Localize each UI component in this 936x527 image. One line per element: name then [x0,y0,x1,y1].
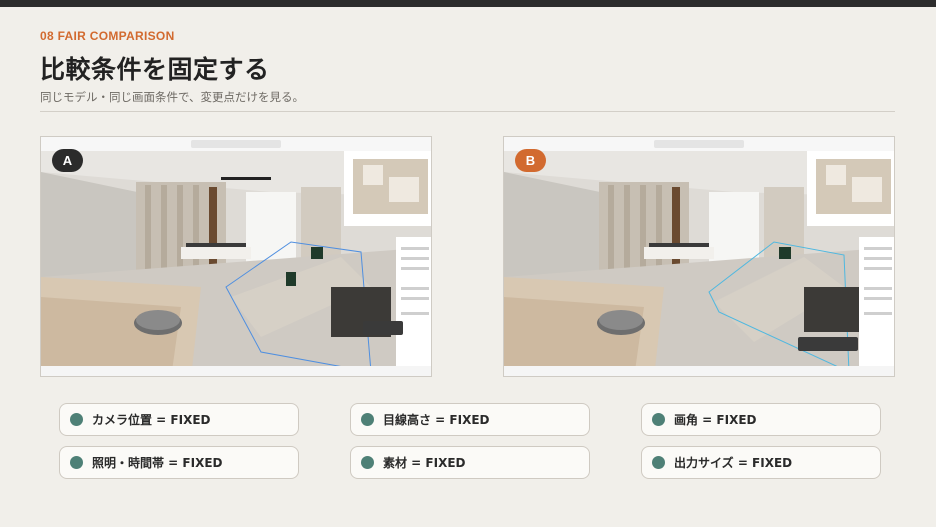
screen-badge-a: A [52,149,83,172]
condition-camera-position: カメラ位置 = FIXED [59,403,299,436]
divider [40,111,895,112]
screenshot-b: B [503,136,895,377]
bullet-dot [361,456,374,469]
top-bar [0,0,936,7]
screenshot-a: A [40,136,432,377]
condition-lighting-time: 照明・時間帯 = FIXED [59,446,299,479]
bullet-dot [361,413,374,426]
bullet-dot [652,413,665,426]
condition-label: 画角 = FIXED [674,413,757,427]
bullet-dot [652,456,665,469]
screen-badge-b: B [515,149,546,172]
condition-label: 目線高さ = FIXED [383,413,490,427]
condition-label: 素材 = FIXED [383,456,466,470]
condition-eye-height: 目線高さ = FIXED [350,403,590,436]
condition-label: 照明・時間帯 = FIXED [92,456,223,470]
condition-material: 素材 = FIXED [350,446,590,479]
room-render-b [504,137,894,376]
page-subtitle: 同じモデル・同じ画面条件で、変更点だけを見る。 [40,90,305,104]
room-render-a [41,137,431,376]
section-kicker: 08 FAIR COMPARISON [40,29,175,43]
condition-field-of-view: 画角 = FIXED [641,403,881,436]
page-title: 比較条件を固定する [40,55,270,84]
bullet-dot [70,413,83,426]
condition-output-size: 出力サイズ = FIXED [641,446,881,479]
condition-label: カメラ位置 = FIXED [92,413,211,427]
condition-label: 出力サイズ = FIXED [674,456,793,470]
bullet-dot [70,456,83,469]
